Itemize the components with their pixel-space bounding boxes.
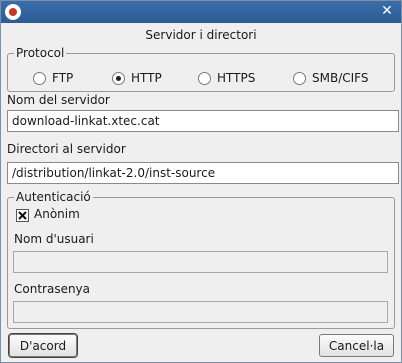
password-input[interactable] (13, 301, 388, 323)
radio-https-indicator[interactable] (198, 71, 211, 85)
auth-group-title: Autenticació (14, 189, 93, 205)
anonymous-label: Anònim (34, 207, 80, 221)
app-icon[interactable] (5, 4, 21, 20)
radio-http[interactable]: HTTP (112, 70, 162, 86)
radio-smb[interactable]: SMB/CIFS (293, 70, 368, 86)
server-directory-input[interactable] (7, 162, 399, 184)
protocol-group: Protocol FTP HTTP HTTPS SMB/CIFS (7, 45, 395, 92)
radio-ftp-indicator[interactable] (33, 71, 46, 85)
auth-group: Autenticació Anònim Nom d'usuari Contras… (7, 189, 395, 329)
password-label: Contrasenya (14, 282, 91, 296)
server-name-input[interactable] (7, 110, 399, 132)
anonymous-checkbox[interactable] (16, 209, 29, 222)
title-bar[interactable]: ✕ (1, 1, 401, 23)
radio-smb-indicator[interactable] (293, 71, 306, 85)
radio-https[interactable]: HTTPS (198, 70, 255, 86)
radio-http-indicator[interactable] (112, 71, 125, 85)
radio-https-label: HTTPS (217, 71, 256, 85)
cancel-button[interactable]: Cancel·la (319, 334, 394, 357)
close-icon[interactable]: ✕ (379, 3, 395, 19)
server-name-label: Nom del servidor (7, 93, 110, 107)
radio-smb-label: SMB/CIFS (312, 71, 369, 85)
dialog-window: ✕ Servidor i directori Protocol FTP HTTP… (0, 0, 402, 363)
server-directory-label: Directori al servidor (7, 142, 126, 156)
username-input[interactable] (13, 251, 388, 273)
radio-ftp[interactable]: FTP (33, 70, 73, 86)
radio-http-label: HTTP (131, 71, 162, 85)
username-label: Nom d'usuari (14, 232, 94, 246)
radio-ftp-label: FTP (52, 71, 74, 85)
protocol-group-title: Protocol (14, 45, 67, 61)
check-mark-icon (18, 211, 27, 220)
ok-button[interactable]: D'acord (9, 334, 77, 357)
dialog-title: Servidor i directori (145, 28, 257, 42)
